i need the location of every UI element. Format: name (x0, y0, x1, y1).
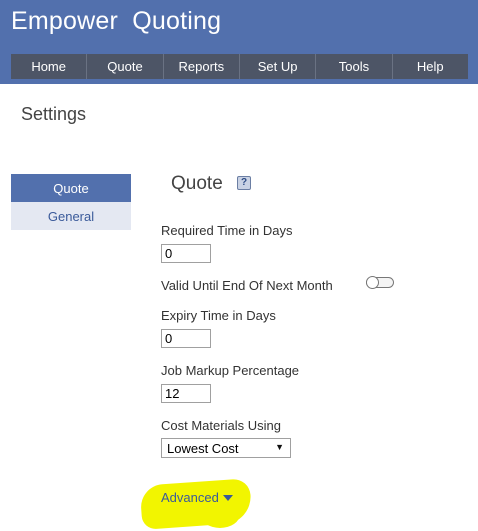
required-time-input[interactable] (161, 244, 211, 263)
sidebar-item-quote[interactable]: Quote (11, 174, 131, 202)
job-markup-input[interactable] (161, 384, 211, 403)
nav-item-reports[interactable]: Reports (164, 54, 240, 79)
nav-item-help[interactable]: Help (393, 54, 468, 79)
required-time-label: Required Time in Days (161, 223, 293, 238)
toggle-knob (366, 276, 379, 289)
valid-until-toggle[interactable] (366, 276, 394, 289)
section-title: Quote (171, 173, 223, 194)
settings-sidebar: Quote General (11, 174, 131, 230)
nav-item-home[interactable]: Home (11, 54, 88, 79)
cost-materials-select[interactable]: Lowest Cost ▼ (161, 438, 291, 458)
nav-item-setup[interactable]: Set Up (240, 54, 317, 79)
sidebar-item-general[interactable]: General (11, 202, 131, 230)
app-header: Empower Quoting Home Quote Reports Set U… (0, 0, 478, 84)
main-navbar: Home Quote Reports Set Up Tools Help (11, 54, 468, 79)
expiry-time-label: Expiry Time in Days (161, 308, 276, 323)
page-title: Settings (21, 104, 87, 124)
chevron-down-icon: ▼ (275, 442, 284, 452)
expiry-time-input[interactable] (161, 329, 211, 348)
cost-materials-label: Cost Materials Using (161, 418, 281, 433)
nav-item-tools[interactable]: Tools (316, 54, 393, 79)
nav-item-quote[interactable]: Quote (87, 54, 164, 79)
advanced-toggle-link[interactable]: Advanced (161, 490, 233, 505)
advanced-label: Advanced (161, 490, 219, 505)
valid-until-label: Valid Until End Of Next Month (161, 278, 333, 293)
help-icon[interactable]: ? (237, 176, 251, 190)
job-markup-label: Job Markup Percentage (161, 363, 300, 378)
cost-materials-selected: Lowest Cost (167, 441, 239, 456)
app-title: Empower Quoting (11, 7, 222, 35)
caret-down-icon (222, 494, 233, 501)
